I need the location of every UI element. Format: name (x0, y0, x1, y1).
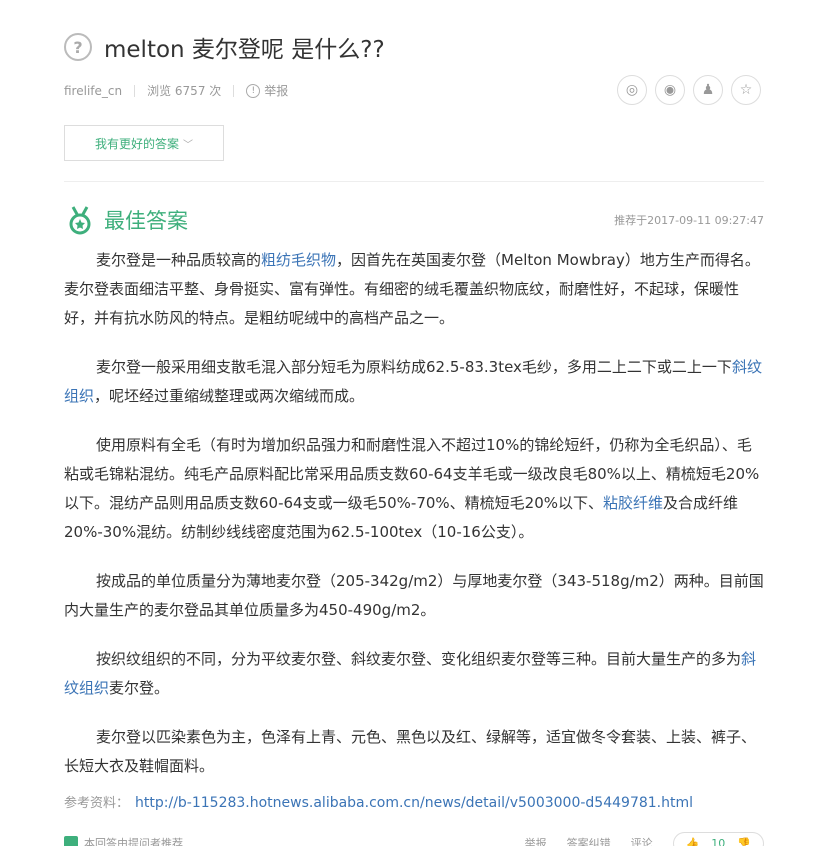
question-header: ? melton 麦尔登呢 是什么?? (64, 30, 385, 64)
reference: 参考资料： http://b-115283.hotnews.alibaba.com… (64, 792, 693, 811)
recommended-time: 推荐于2017-09-11 09:27:47 (614, 214, 764, 227)
medal-icon (69, 206, 91, 235)
answer-footer: 本回答由提问者推荐 举报 答案纠错 评论 👍 10 👎 (64, 828, 764, 846)
thumb-up-icon[interactable]: 👍 (686, 837, 700, 846)
answer-body: 麦尔登是一种品质较高的粗纺毛织物，因首先在英国麦尔登（Melton Mowbra… (64, 246, 766, 801)
divider (134, 84, 136, 97)
answer-paragraph: 使用原料有全毛（有时为增加织品强力和耐磨性混入不超过10%的锦纶短纤，仍称为全毛… (64, 436, 760, 541)
divider (64, 181, 764, 182)
answer-actions: 举报 答案纠错 评论 👍 10 👎 (525, 831, 764, 846)
question-meta: firelife_cn 浏览 6757 次 ! 举报 (64, 82, 288, 99)
reference-label: 参考资料： (64, 796, 130, 811)
link-twill-weave[interactable]: 斜纹组织 (64, 650, 756, 697)
report-button[interactable]: 举报 (525, 835, 547, 846)
answer-paragraph: 按织纹组织的不同，分为平纹麦尔登、斜纹麦尔登、变化组织麦尔登等三种。目前大量生产… (64, 650, 757, 697)
better-answer-button[interactable]: 我有更好的答案 ﹀ (64, 125, 224, 161)
answer-paragraph: 按成品的单位质量分为薄地麦尔登（205-342g/m2）与厚地麦尔登（343-5… (64, 572, 764, 619)
vote-count: 10 (711, 836, 726, 846)
answer-paragraph: 麦尔登一般采用细支散毛混入部分短毛为原料纺成62.5-83.3tex毛纱，多用二… (64, 358, 762, 405)
report-icon: ! (246, 83, 261, 98)
weibo-icon[interactable]: ◉ (655, 75, 685, 105)
link-twill-weave[interactable]: 斜纹组织 (64, 358, 762, 405)
report-link[interactable]: ! 举报 (246, 82, 288, 99)
link-woolen-fabric[interactable]: 粗纺毛织物 (261, 251, 336, 269)
vote-box: 👍 10 👎 (672, 831, 764, 846)
shield-icon (64, 836, 78, 846)
best-answer-header: 最佳答案 推荐于2017-09-11 09:27:47 (64, 204, 764, 236)
link-viscose-fiber[interactable]: 粘胶纤维 (603, 494, 663, 512)
asker-username[interactable]: firelife_cn (64, 84, 122, 98)
endorse-text: 本回答由提问者推荐 (84, 837, 183, 846)
answer-paragraph: 麦尔登是一种品质较高的粗纺毛织物，因首先在英国麦尔登（Melton Mowbra… (64, 251, 760, 327)
best-answer-title: 最佳答案 (104, 209, 188, 233)
thumb-down-icon[interactable]: 👎 (737, 837, 751, 846)
question-icon: ? (64, 33, 92, 61)
wechat-icon[interactable]: ◎ (617, 75, 647, 105)
share-bar: ◎ ◉ ♟ ☆ (617, 75, 761, 105)
divider (233, 84, 235, 97)
favorite-star-icon[interactable]: ☆ (731, 75, 761, 105)
reference-link[interactable]: http://b-115283.hotnews.alibaba.com.cn/n… (135, 795, 693, 811)
view-count: 浏览 6757 次 (147, 84, 222, 98)
page-title: melton 麦尔登呢 是什么?? (104, 37, 385, 63)
comment-button[interactable]: 评论 (631, 835, 653, 846)
chevron-down-icon: ﹀ (183, 139, 193, 151)
qq-icon[interactable]: ♟ (693, 75, 723, 105)
correct-button[interactable]: 答案纠错 (567, 835, 611, 846)
answer-paragraph: 麦尔登以匹染素色为主，色泽有上青、元色、黑色以及红、绿解等，适宜做冬令套装、上装… (64, 728, 757, 775)
